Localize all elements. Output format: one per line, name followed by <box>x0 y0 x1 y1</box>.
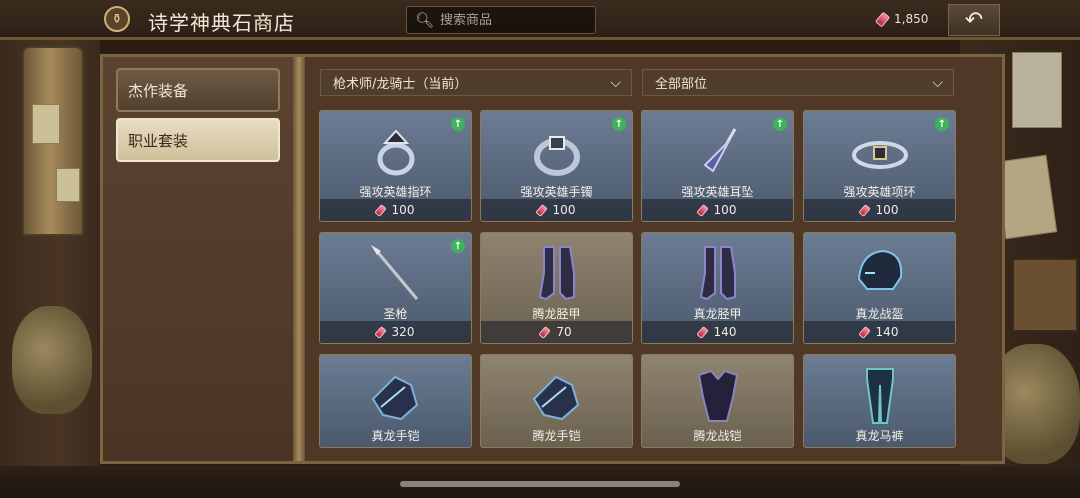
item-name: 腾龙胫甲 <box>532 307 581 321</box>
upgrade-arrow-icon: ↑ <box>935 117 949 131</box>
item-card[interactable]: 腾龙胫甲 70 <box>480 232 633 344</box>
currency-display: 1,850 <box>874 11 929 27</box>
item-name: 真龙胫甲 <box>693 307 742 321</box>
chevron-down-icon: ⌵ <box>932 74 943 91</box>
item-price-value: 100 <box>713 203 737 217</box>
item-price: 100 <box>320 199 471 221</box>
gem-currency-icon <box>857 325 871 339</box>
item-name: 真龙手铠 <box>371 429 420 443</box>
gauntlet-icon <box>522 365 592 427</box>
tab-masterwork-gear[interactable]: 杰作装备 <box>116 68 280 112</box>
tab-label: 杰作装备 <box>128 81 189 100</box>
item-card[interactable]: 真龙胫甲 140 <box>641 232 794 344</box>
item-card[interactable]: ↑ 强攻英雄指环 100 <box>319 110 472 222</box>
item-name: 强攻英雄手镯 <box>520 185 593 199</box>
poster-decor <box>1012 52 1062 128</box>
sack-decor <box>12 306 92 414</box>
gem-currency-icon <box>373 203 387 217</box>
item-card[interactable]: 腾龙战铠 <box>641 354 794 448</box>
item-price: 320 <box>320 321 471 343</box>
item-name: 真龙战盔 <box>855 307 904 321</box>
gem-currency-icon <box>695 325 709 339</box>
item-card[interactable]: 真龙马裤 <box>803 354 956 448</box>
gem-currency-icon <box>534 203 548 217</box>
ring-icon <box>361 121 431 183</box>
horizontal-scrollbar[interactable] <box>400 481 680 487</box>
upgrade-arrow-icon: ↑ <box>612 117 626 131</box>
panel-divider <box>293 57 305 461</box>
back-button[interactable]: ↶ <box>948 4 1000 36</box>
notice-paper <box>32 104 60 144</box>
item-card[interactable]: 腾龙手铠 <box>480 354 633 448</box>
shop-icon: ⚱ <box>104 6 130 32</box>
slot-filter-value: 全部部位 <box>655 77 708 92</box>
bracelet-icon <box>522 121 592 183</box>
upgrade-arrow-icon: ↑ <box>451 117 465 131</box>
item-name: 真龙马裤 <box>855 429 904 443</box>
greaves-icon <box>522 243 592 305</box>
item-price-value: 70 <box>556 325 572 339</box>
item-card[interactable]: ↑ 强攻英雄项环 100 <box>803 110 956 222</box>
gem-currency-icon <box>538 325 552 339</box>
item-price-value: 100 <box>391 203 415 217</box>
armor-icon <box>683 365 753 427</box>
gem-currency-icon <box>373 325 387 339</box>
item-name: 强攻英雄项环 <box>843 185 916 199</box>
item-price-value: 100 <box>552 203 576 217</box>
search-input[interactable] <box>440 12 591 28</box>
item-name: 圣枪 <box>383 307 408 321</box>
item-price: 140 <box>804 321 955 343</box>
item-price: 100 <box>481 199 632 221</box>
item-card[interactable]: ↑ 强攻英雄耳坠 100 <box>641 110 794 222</box>
item-name: 强攻英雄指环 <box>359 185 432 199</box>
item-price-value: 320 <box>391 325 415 339</box>
item-price: 100 <box>642 199 793 221</box>
gauntlet-icon <box>361 365 431 427</box>
necklace-icon <box>845 121 915 183</box>
upgrade-arrow-icon: ↑ <box>773 117 787 131</box>
item-price: 70 <box>481 321 632 343</box>
class-filter-value: 枪术师/龙骑士（当前） <box>333 77 468 92</box>
slot-filter-dropdown[interactable]: 全部部位 ⌵ <box>642 69 954 96</box>
gem-currency-icon <box>695 203 709 217</box>
gem-currency-icon <box>857 203 871 217</box>
item-name: 腾龙手铠 <box>532 429 581 443</box>
gem-currency-icon <box>874 11 891 27</box>
item-name: 腾龙战铠 <box>693 429 742 443</box>
back-arrow-icon: ↶ <box>964 7 984 33</box>
earring-icon <box>683 121 753 183</box>
item-price-value: 140 <box>875 325 899 339</box>
item-card[interactable]: ↑ 圣枪 320 <box>319 232 472 344</box>
item-price: 140 <box>642 321 793 343</box>
currency-amount: 1,850 <box>894 12 929 26</box>
spear-icon <box>361 243 431 305</box>
item-card[interactable]: ↑ 强攻英雄手镯 100 <box>480 110 633 222</box>
upgrade-arrow-icon: ↑ <box>451 239 465 253</box>
greaves-icon <box>683 243 753 305</box>
breeches-icon <box>845 365 915 427</box>
class-filter-dropdown[interactable]: 枪术师/龙骑士（当前） ⌵ <box>320 69 632 96</box>
item-name: 强攻英雄耳坠 <box>681 185 754 199</box>
item-card[interactable]: 真龙手铠 <box>319 354 472 448</box>
item-price-value: 100 <box>875 203 899 217</box>
tab-label: 职业套装 <box>128 131 189 150</box>
item-price-value: 140 <box>713 325 737 339</box>
helmet-icon <box>845 243 915 305</box>
notice-paper <box>56 168 80 202</box>
chevron-down-icon: ⌵ <box>610 74 621 91</box>
page-title: 诗学神典石商店 <box>148 11 295 35</box>
search-box[interactable]: 🔍︎ <box>406 6 596 34</box>
item-card[interactable]: 真龙战盔 140 <box>803 232 956 344</box>
search-icon: 🔍︎ <box>415 11 435 29</box>
item-price: 100 <box>804 199 955 221</box>
tab-class-set[interactable]: 职业套装 <box>116 118 280 162</box>
crate-decor <box>1012 258 1078 332</box>
